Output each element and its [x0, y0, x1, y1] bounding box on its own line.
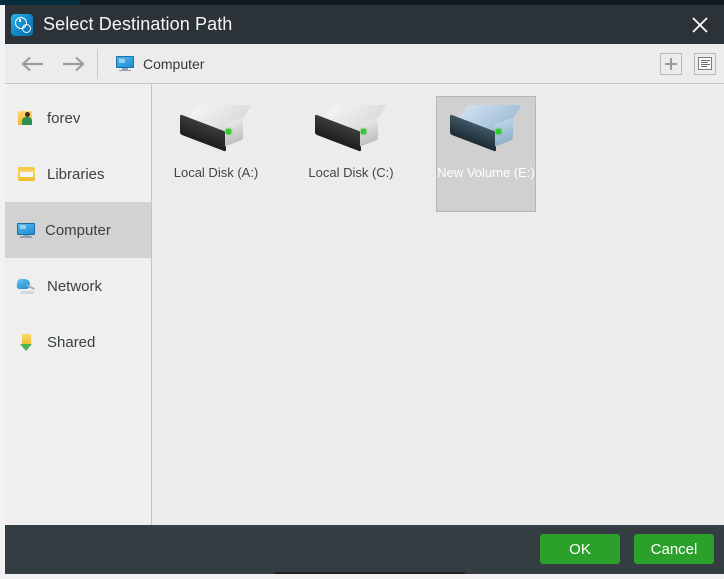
cancel-button[interactable]: Cancel [634, 534, 714, 564]
sidebar-item-label: Network [47, 278, 102, 295]
dialog-footer: OK Cancel [5, 525, 724, 574]
sidebar-item-forev[interactable]: forev [5, 90, 151, 146]
forward-button[interactable] [53, 47, 93, 81]
arrow-right-icon [59, 55, 87, 73]
sidebar-item-network[interactable]: Network [5, 258, 151, 314]
computer-monitor-icon [17, 223, 35, 238]
navigation-bar: Computer [5, 44, 724, 84]
sidebar-item-shared[interactable]: Shared [5, 314, 151, 370]
hard-drive-icon [449, 103, 523, 155]
breadcrumb[interactable]: Computer [116, 56, 204, 72]
app-clock-gear-icon [11, 14, 33, 36]
select-destination-path-dialog: Select Destination Path [5, 5, 724, 574]
drive-label: Local Disk (A:) [174, 165, 259, 180]
window-shadow-edge [275, 572, 465, 574]
computer-monitor-icon [116, 56, 134, 71]
plus-icon [665, 58, 677, 70]
drive-grid: Local Disk (A:) Local Disk (C:) New Volu… [166, 96, 724, 212]
nav-arrow-group [5, 44, 97, 83]
dialog-body: forev Libraries Computer [5, 84, 724, 525]
view-details-button[interactable] [694, 53, 716, 75]
drive-tile-local-disk-a[interactable]: Local Disk (A:) [166, 96, 266, 212]
sidebar-item-computer[interactable]: Computer [5, 202, 151, 258]
file-list-panel: Local Disk (A:) Local Disk (C:) New Volu… [152, 84, 724, 525]
window-title: Select Destination Path [43, 14, 232, 35]
arrow-left-icon [19, 55, 47, 73]
drive-label: New Volume (E:) [437, 165, 535, 180]
breadcrumb-label: Computer [143, 56, 204, 72]
network-globe-icon [17, 277, 37, 295]
title-bar: Select Destination Path [5, 5, 724, 44]
new-folder-button[interactable] [660, 53, 682, 75]
hard-drive-icon [179, 103, 253, 155]
sidebar: forev Libraries Computer [5, 84, 152, 525]
libraries-folder-icon [17, 165, 37, 183]
drive-tile-new-volume-e[interactable]: New Volume (E:) [436, 96, 536, 212]
ok-button[interactable]: OK [540, 534, 620, 564]
sidebar-item-label: Libraries [47, 166, 105, 183]
close-icon [691, 16, 709, 34]
sidebar-item-libraries[interactable]: Libraries [5, 146, 151, 202]
navbar-tool-group [660, 44, 716, 83]
screen: Select Destination Path [0, 0, 724, 579]
back-button[interactable] [13, 47, 53, 81]
drive-label: Local Disk (C:) [308, 165, 393, 180]
sidebar-item-label: Computer [45, 222, 111, 239]
shared-folder-icon [17, 333, 37, 351]
sidebar-item-label: Shared [47, 334, 95, 351]
drive-tile-local-disk-c[interactable]: Local Disk (C:) [301, 96, 401, 212]
sidebar-item-label: forev [47, 110, 80, 127]
hard-drive-icon [314, 103, 388, 155]
list-view-icon [698, 57, 712, 70]
nav-divider [97, 49, 98, 79]
close-button[interactable] [676, 5, 724, 44]
user-folder-icon [17, 109, 37, 127]
